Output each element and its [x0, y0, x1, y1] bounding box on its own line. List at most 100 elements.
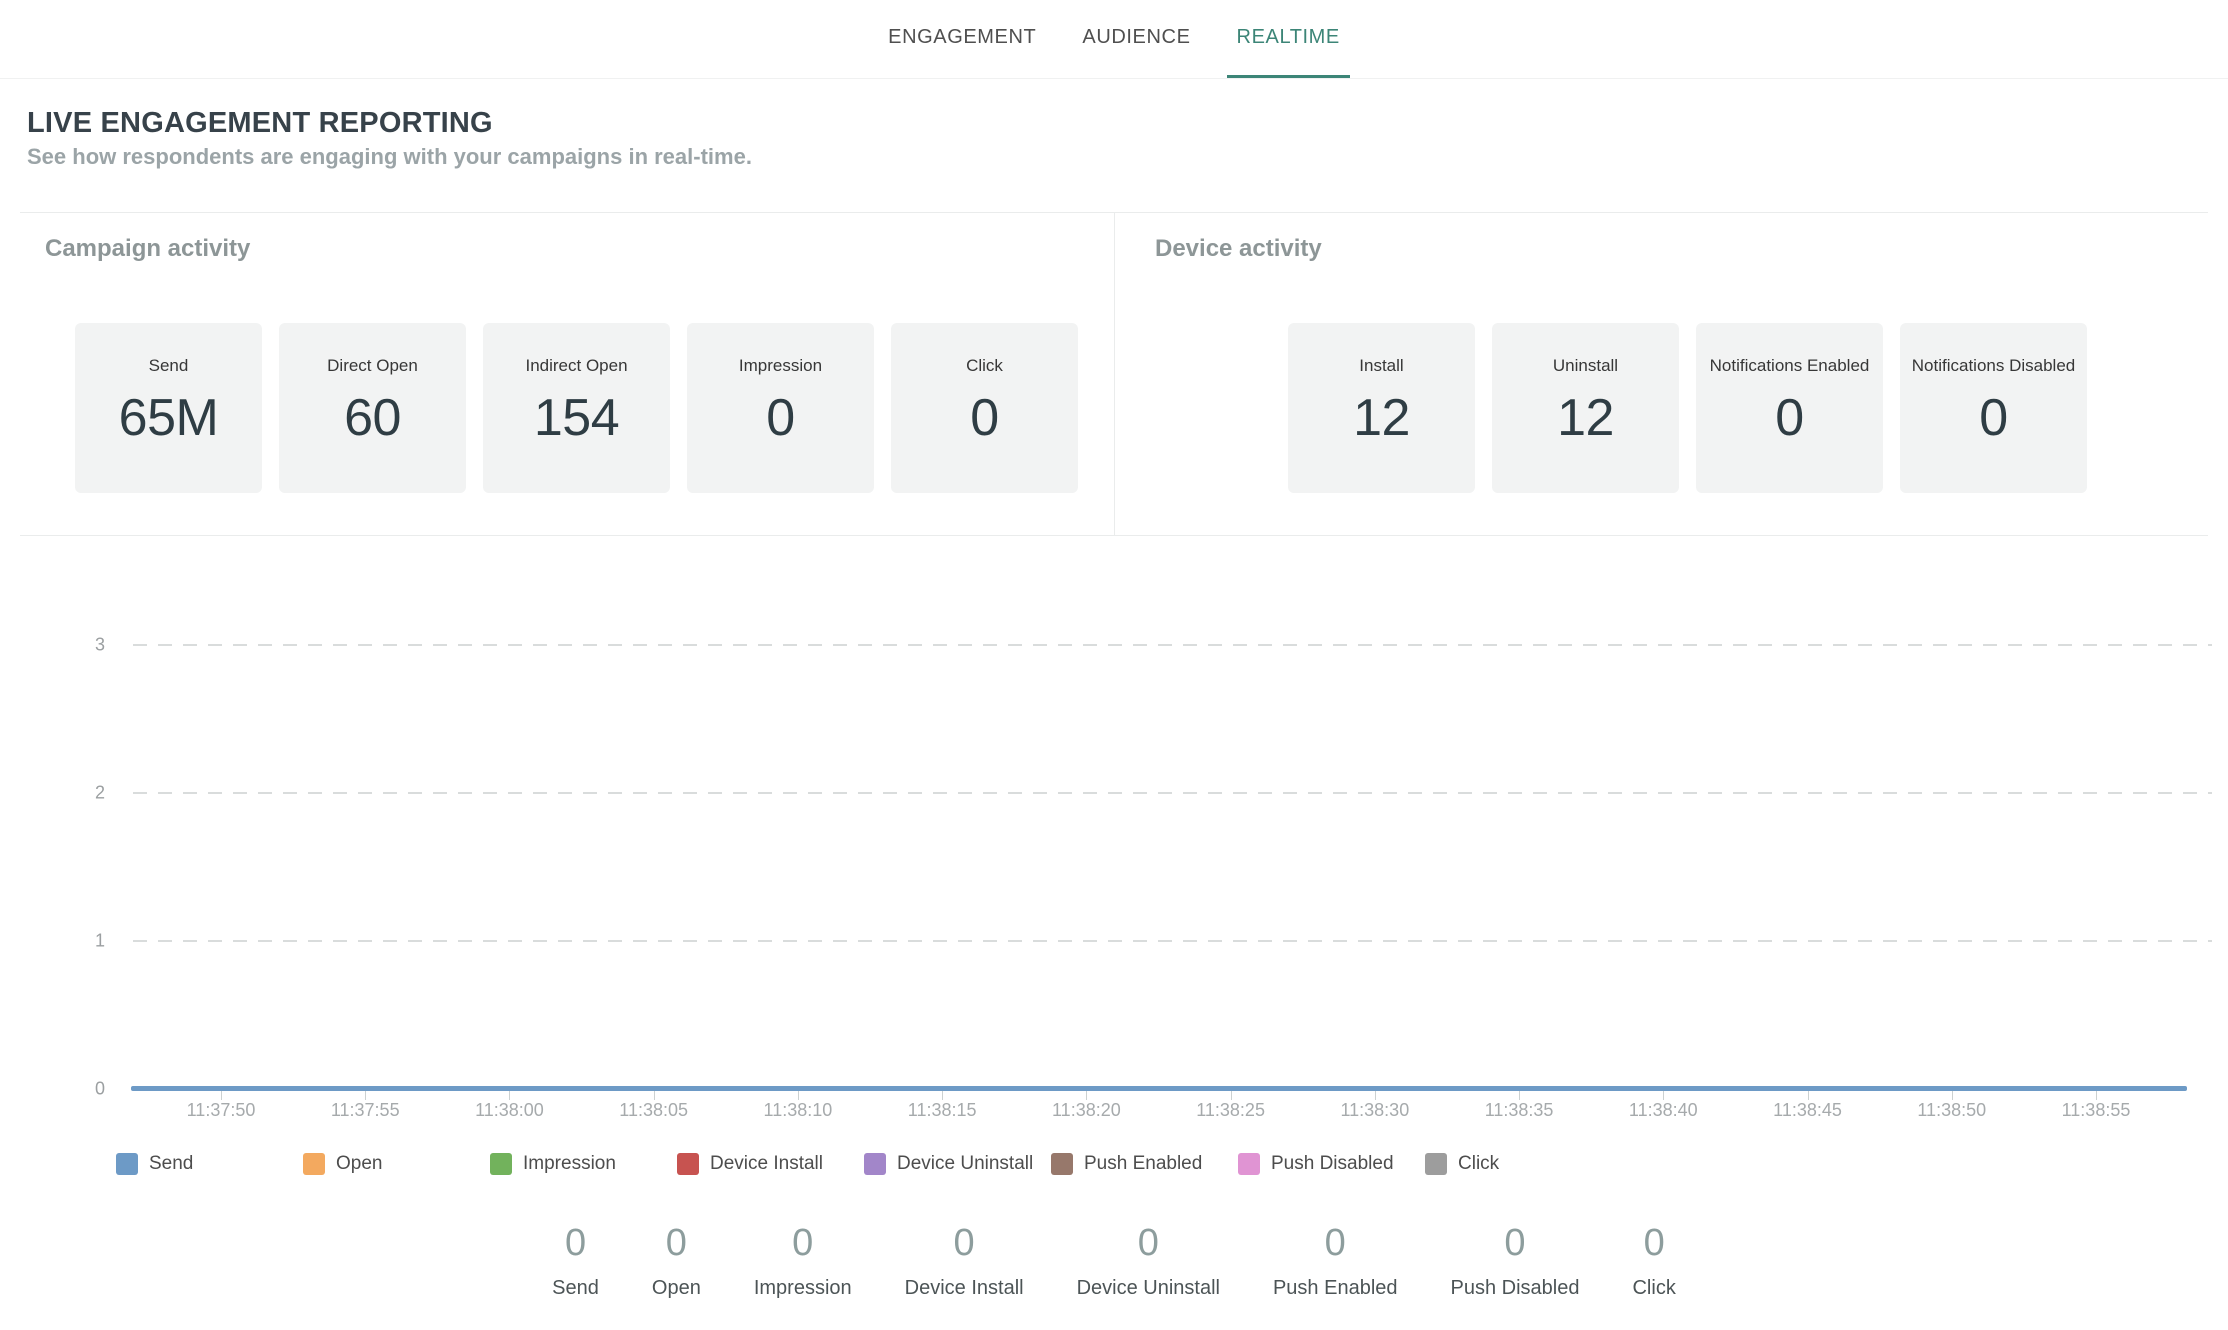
counter-push-disabled: 0 Push Disabled: [1451, 1222, 1580, 1300]
x-axis-label: 11:38:15: [908, 1100, 977, 1121]
chart-legend: Send Open Impression Device Install Devi…: [116, 1153, 1612, 1175]
legend-item-impression[interactable]: Impression: [490, 1153, 677, 1175]
legend-label: Device Install: [710, 1153, 823, 1175]
tab-bar: ENGAGEMENT AUDIENCE REALTIME: [0, 0, 2228, 79]
card-install: Install 12: [1288, 323, 1475, 493]
card-impression: Impression 0: [687, 323, 874, 493]
tab-engagement[interactable]: ENGAGEMENT: [878, 0, 1046, 78]
card-notifications-disabled: Notifications Disabled 0: [1900, 323, 2087, 493]
tab-realtime[interactable]: REALTIME: [1227, 0, 1350, 78]
counter-value: 0: [1273, 1222, 1398, 1265]
counter-value: 0: [1451, 1222, 1580, 1265]
realtime-report-page: ENGAGEMENT AUDIENCE REALTIME LIVE ENGAGE…: [0, 0, 2228, 1330]
campaign-activity-cards: Send 65M Direct Open 60 Indirect Open 15…: [75, 323, 1114, 493]
page-title: LIVE ENGAGEMENT REPORTING: [27, 107, 493, 140]
grid-line: [133, 792, 2212, 794]
x-axis-label: 11:38:45: [1773, 1100, 1842, 1121]
card-uninstall: Uninstall 12: [1492, 323, 1679, 493]
legend-label: Device Uninstall: [897, 1153, 1033, 1175]
counter-send: 0 Send: [552, 1222, 599, 1300]
legend-label: Send: [149, 1153, 193, 1175]
x-axis-label: 11:38:40: [1629, 1100, 1698, 1121]
legend-label: Impression: [523, 1153, 616, 1175]
x-axis-tick: [1086, 1091, 1087, 1100]
counter-device-install: 0 Device Install: [905, 1222, 1024, 1300]
card-click: Click 0: [891, 323, 1078, 493]
card-label: Notifications Enabled: [1696, 356, 1883, 376]
card-label: Uninstall: [1492, 356, 1679, 376]
legend-label: Open: [336, 1153, 382, 1175]
card-label: Notifications Disabled: [1900, 356, 2087, 376]
counter-value: 0: [652, 1222, 701, 1265]
x-axis-label: 11:37:50: [187, 1100, 256, 1121]
x-axis-tick: [1663, 1091, 1664, 1100]
device-uninstall-series-swatch-icon: [864, 1153, 886, 1175]
card-send: Send 65M: [75, 323, 262, 493]
counter-impression: 0 Impression: [754, 1222, 852, 1300]
grid-line: [133, 644, 2212, 646]
legend-item-click[interactable]: Click: [1425, 1153, 1612, 1175]
card-label: Click: [891, 356, 1078, 376]
legend-item-open[interactable]: Open: [303, 1153, 490, 1175]
counter-label: Push Disabled: [1451, 1277, 1580, 1300]
push-enabled-series-swatch-icon: [1051, 1153, 1073, 1175]
counter-label: Push Enabled: [1273, 1277, 1398, 1300]
device-install-series-swatch-icon: [677, 1153, 699, 1175]
legend-label: Click: [1458, 1153, 1499, 1175]
card-direct-open: Direct Open 60: [279, 323, 466, 493]
grid-line: [133, 940, 2212, 942]
x-axis-label: 11:38:20: [1052, 1100, 1121, 1121]
legend-item-device-uninstall[interactable]: Device Uninstall: [864, 1153, 1051, 1175]
campaign-activity-panel: Campaign activity Send 65M Direct Open 6…: [20, 213, 1115, 535]
legend-label: Push Disabled: [1271, 1153, 1394, 1175]
x-axis-label: 11:38:35: [1485, 1100, 1554, 1121]
counter-push-enabled: 0 Push Enabled: [1273, 1222, 1398, 1300]
device-activity-panel: Device activity Install 12 Uninstall 12 …: [1115, 213, 2208, 535]
counter-value: 0: [1077, 1222, 1220, 1265]
x-axis-tick: [798, 1091, 799, 1100]
counter-value: 0: [552, 1222, 599, 1265]
send-series-swatch-icon: [116, 1153, 138, 1175]
y-axis-label: 1: [53, 930, 105, 951]
tab-audience[interactable]: AUDIENCE: [1072, 0, 1200, 78]
click-series-swatch-icon: [1425, 1153, 1447, 1175]
counter-label: Impression: [754, 1277, 852, 1300]
legend-item-send[interactable]: Send: [116, 1153, 303, 1175]
open-series-swatch-icon: [303, 1153, 325, 1175]
x-axis-tick: [1808, 1091, 1809, 1100]
x-axis-label: 11:37:55: [331, 1100, 400, 1121]
x-axis-tick: [1519, 1091, 1520, 1100]
impression-series-swatch-icon: [490, 1153, 512, 1175]
counter-value: 0: [754, 1222, 852, 1265]
counter-label: Click: [1632, 1277, 1675, 1300]
push-disabled-series-swatch-icon: [1238, 1153, 1260, 1175]
counter-label: Open: [652, 1277, 701, 1300]
x-axis-tick: [221, 1091, 222, 1100]
card-value: 0: [1900, 388, 2087, 448]
card-notifications-enabled: Notifications Enabled 0: [1696, 323, 1883, 493]
card-value: 12: [1288, 388, 1475, 448]
legend-item-push-enabled[interactable]: Push Enabled: [1051, 1153, 1238, 1175]
x-axis-tick: [1952, 1091, 1953, 1100]
x-axis-tick: [2096, 1091, 2097, 1100]
x-axis-label: 11:38:05: [619, 1100, 688, 1121]
live-counters-row: 0 Send 0 Open 0 Impression 0 Device Inst…: [0, 1222, 2228, 1300]
card-label: Indirect Open: [483, 356, 670, 376]
card-label: Direct Open: [279, 356, 466, 376]
counter-value: 0: [1632, 1222, 1675, 1265]
legend-item-push-disabled[interactable]: Push Disabled: [1238, 1153, 1425, 1175]
x-axis-tick: [654, 1091, 655, 1100]
y-axis-label: 3: [53, 635, 105, 656]
counter-device-uninstall: 0 Device Uninstall: [1077, 1222, 1220, 1300]
card-label: Send: [75, 356, 262, 376]
card-indirect-open: Indirect Open 154: [483, 323, 670, 493]
legend-item-device-install[interactable]: Device Install: [677, 1153, 864, 1175]
campaign-activity-title: Campaign activity: [45, 235, 1114, 263]
x-axis-label: 11:38:25: [1196, 1100, 1265, 1121]
counter-value: 0: [905, 1222, 1024, 1265]
card-value: 154: [483, 388, 670, 448]
realtime-chart-plot-area: 012311:37:5011:37:5511:38:0011:38:0511:3…: [133, 645, 2212, 1089]
card-value: 65M: [75, 388, 262, 448]
counter-label: Device Uninstall: [1077, 1277, 1220, 1300]
x-axis-tick: [1375, 1091, 1376, 1100]
